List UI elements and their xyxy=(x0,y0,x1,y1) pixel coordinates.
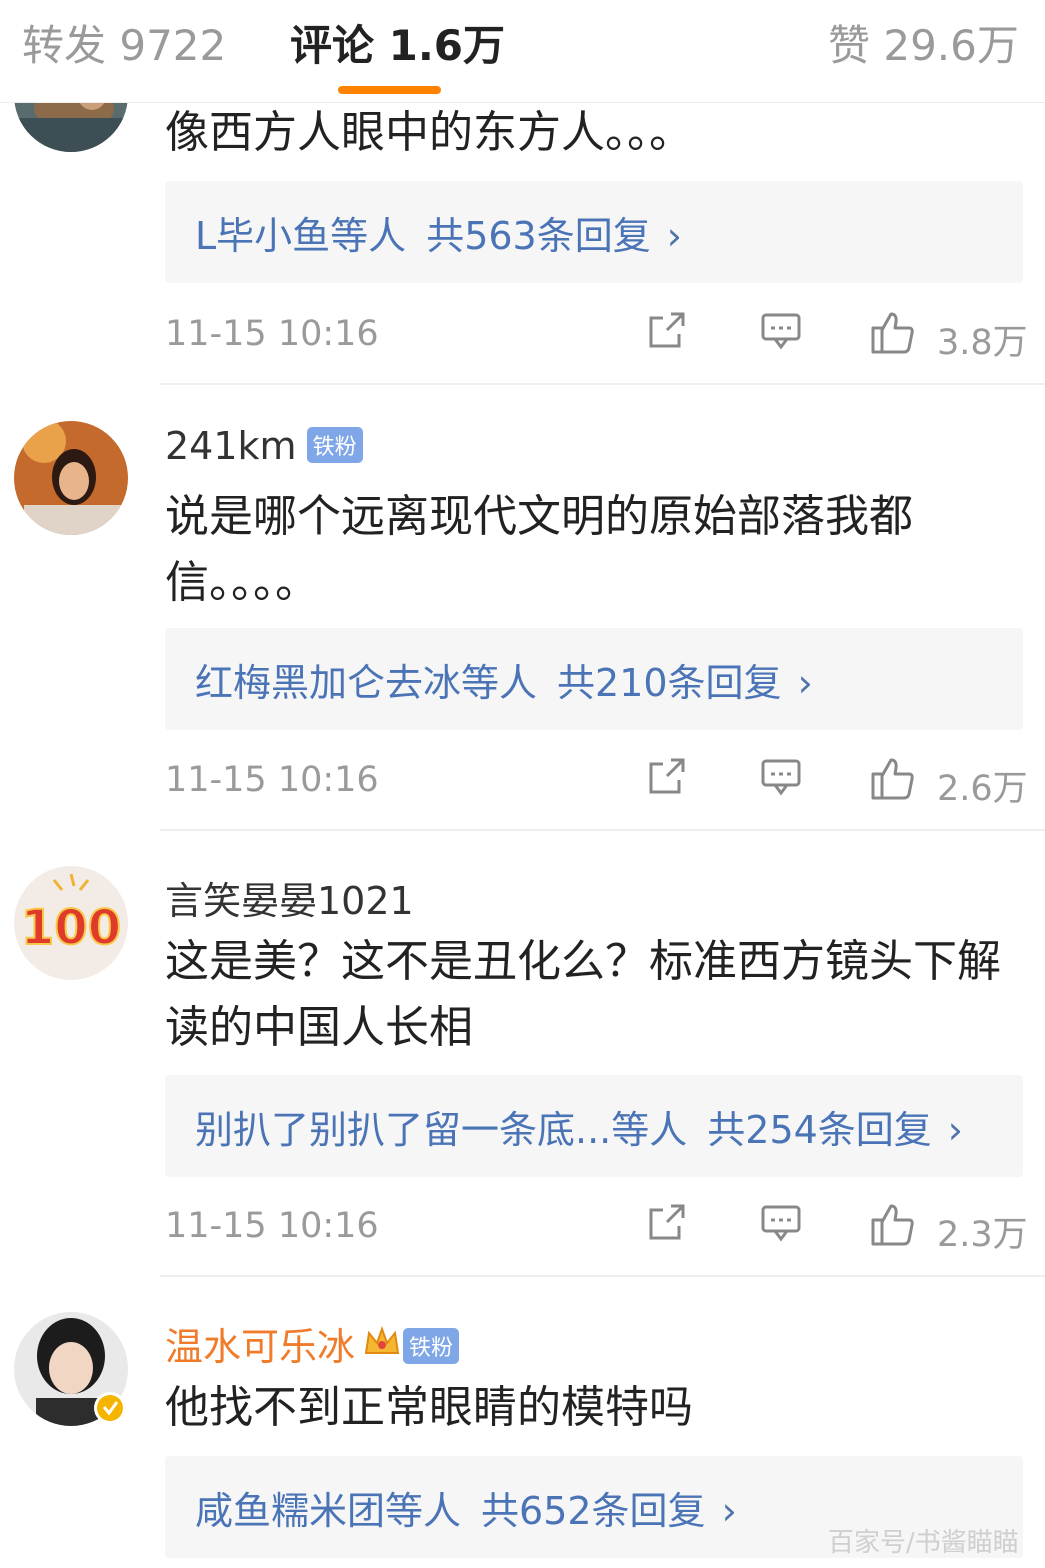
avatar[interactable]: 100 xyxy=(14,866,128,980)
comment-meta: 11-15 10:16 3.8万 xyxy=(165,306,1028,366)
share-icon[interactable] xyxy=(645,308,689,356)
reply-preview[interactable]: 红梅黑加仑去冰等人 共210条回复 › xyxy=(165,628,1023,730)
comment-text: 这是美？这不是丑化么？标准西方镜头下解读的中国人长相 xyxy=(165,936,1001,1053)
tab-comments[interactable]: 评论 1.6万 xyxy=(290,12,505,73)
share-icon[interactable] xyxy=(645,754,689,802)
crown-icon xyxy=(363,1324,401,1368)
chevron-right-icon: › xyxy=(797,661,813,705)
divider xyxy=(160,383,1045,385)
comment-meta: 11-15 10:16 2.3万 xyxy=(165,1198,1028,1258)
like-icon[interactable] xyxy=(869,308,917,360)
divider xyxy=(160,829,1045,831)
author-name[interactable]: 言笑晏晏1021 xyxy=(165,870,414,925)
author-name[interactable]: 241km 铁粉 xyxy=(165,424,363,468)
avatar-100-label: 100 xyxy=(21,900,121,956)
author-name-text[interactable]: 温水可乐冰 xyxy=(165,1325,355,1369)
tab-likes[interactable]: 赞 29.6万 xyxy=(828,12,1019,73)
active-tab-indicator xyxy=(338,86,441,94)
reply-count[interactable]: 共254条回复 xyxy=(707,1108,932,1152)
like-count: 3.8万 xyxy=(937,323,1028,363)
like-icon[interactable] xyxy=(869,754,917,806)
comment-text: 像西方人眼中的东方人。。。 xyxy=(165,107,693,158)
chevron-right-icon: › xyxy=(721,1489,737,1533)
comment-icon[interactable] xyxy=(759,1200,803,1248)
reply-etc: 等人 xyxy=(385,1489,462,1533)
reply-preview[interactable]: L毕小鱼等人 共563条回复 › xyxy=(165,181,1023,283)
comment-time: 11-15 10:16 xyxy=(165,314,379,354)
comment-icon[interactable] xyxy=(759,308,803,356)
fan-badge: 铁粉 xyxy=(403,1327,460,1364)
comment-text: 说是哪个远离现代文明的原始部落我都信。。。。 xyxy=(165,491,913,608)
comment-text: 他找不到正常眼睛的模特吗 xyxy=(165,1382,693,1433)
reply-users[interactable]: L毕小鱼 xyxy=(195,214,330,258)
like-count: 2.6万 xyxy=(937,769,1028,809)
author-name-text[interactable]: 241km xyxy=(165,424,297,468)
like-icon[interactable] xyxy=(869,1200,917,1252)
fan-badge: 铁粉 xyxy=(306,426,363,463)
reply-count[interactable]: 共652条回复 xyxy=(481,1489,706,1533)
divider xyxy=(160,1275,1045,1277)
comment-icon[interactable] xyxy=(759,754,803,802)
chevron-right-icon: › xyxy=(666,214,682,258)
reply-etc: 等人 xyxy=(611,1108,688,1152)
comment-meta: 11-15 10:16 2.6万 xyxy=(165,752,1028,812)
author-name[interactable]: 温水可乐冰 铁粉 xyxy=(165,1316,460,1372)
comment-time: 11-15 10:16 xyxy=(165,760,379,800)
reply-preview[interactable]: 别扒了别扒了留一条底...等人 共254条回复 › xyxy=(165,1075,1023,1177)
share-icon[interactable] xyxy=(645,1200,689,1248)
reply-users[interactable]: 红梅黑加仑去冰 xyxy=(195,661,461,705)
reply-etc: 等人 xyxy=(461,661,538,705)
reply-count[interactable]: 共563条回复 xyxy=(426,214,651,258)
avatar[interactable] xyxy=(14,1312,128,1426)
like-count: 2.3万 xyxy=(937,1215,1028,1255)
tab-repost[interactable]: 转发 9722 xyxy=(22,12,226,73)
comment-time: 11-15 10:16 xyxy=(165,1206,379,1246)
avatar[interactable] xyxy=(14,421,128,535)
chevron-right-icon: › xyxy=(947,1108,963,1152)
reply-etc: 等人 xyxy=(330,214,407,258)
watermark: 百家号/书酱瞄瞄 xyxy=(828,1528,1019,1558)
reply-users[interactable]: 别扒了别扒了留一条底... xyxy=(195,1108,611,1152)
comment-tabs: 转发 9722 评论 1.6万 赞 29.6万 xyxy=(0,0,1045,103)
reply-count[interactable]: 共210条回复 xyxy=(557,661,782,705)
reply-users[interactable]: 咸鱼糯米团 xyxy=(195,1489,385,1533)
